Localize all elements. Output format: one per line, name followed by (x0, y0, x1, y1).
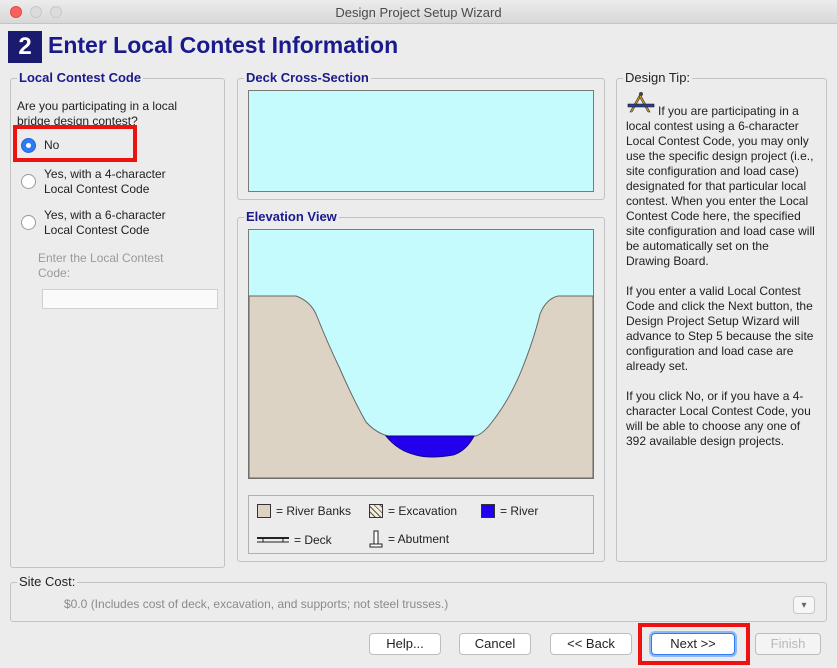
step-number-badge: 2 (8, 31, 42, 63)
window-title: Design Project Setup Wizard (335, 5, 502, 20)
radio-option-6-char[interactable]: Yes, with a 6-character Local Contest Co… (21, 208, 189, 238)
deck-icon (257, 537, 289, 543)
design-tip-text: If you are participating in a local cont… (626, 104, 816, 464)
deck-cross-section-canvas (248, 90, 594, 192)
group-title: Elevation View (244, 209, 339, 224)
river-banks-swatch (257, 504, 271, 518)
group-title: Site Cost: (17, 574, 78, 589)
legend-label: = River Banks (276, 504, 352, 518)
legend-label: = Abutment (388, 532, 450, 546)
page-title: Enter Local Contest Information (48, 32, 399, 58)
legend-label: = Deck (294, 533, 332, 547)
group-title: Deck Cross-Section (244, 70, 371, 85)
legend-excavation: = Excavation (369, 504, 457, 518)
back-button[interactable]: << Back (550, 633, 632, 655)
legend-river-banks: = River Banks (257, 504, 351, 518)
help-button[interactable]: Help... (369, 633, 441, 655)
code-prompt-label: Enter the Local Contest Code: (38, 251, 164, 280)
tip-paragraph: If you enter a valid Local Contest Code … (626, 284, 814, 373)
legend-river: = River (481, 504, 538, 518)
radio-6-char[interactable] (21, 215, 36, 230)
legend-abutment: = Abutment (369, 530, 449, 548)
legend-label: = River (500, 504, 539, 518)
radio-label: Yes, with a 6-character Local Contest Co… (44, 208, 166, 237)
radio-4-char[interactable] (21, 174, 36, 189)
group-title: Design Tip: (623, 70, 693, 85)
site-cost-dropdown-button[interactable]: ▾ (793, 596, 815, 614)
title-bar: Design Project Setup Wizard (0, 0, 837, 24)
highlight-next-button (638, 623, 750, 665)
elevation-legend: = River Banks = Excavation = River = Dec… (248, 495, 594, 554)
finish-button[interactable]: Finish (755, 633, 821, 655)
contest-code-input[interactable] (42, 289, 218, 309)
cancel-button[interactable]: Cancel (459, 633, 531, 655)
elevation-view-canvas (248, 229, 594, 479)
radio-option-4-char[interactable]: Yes, with a 4-character Local Contest Co… (21, 167, 189, 197)
radio-label: Yes, with a 4-character Local Contest Co… (44, 167, 166, 196)
excavation-swatch (369, 504, 383, 518)
group-title: Local Contest Code (17, 70, 144, 85)
highlight-no-option (13, 125, 137, 162)
legend-label: = Excavation (388, 504, 458, 518)
legend-deck: = Deck (257, 533, 332, 547)
abutment-icon (369, 530, 383, 548)
tip-paragraph: If you are participating in a local cont… (626, 104, 815, 268)
site-cost-value: $0.0 (Includes cost of deck, excavation,… (64, 597, 449, 611)
river-swatch (481, 504, 495, 518)
tip-paragraph: If you click No, or if you have a 4-char… (626, 389, 811, 448)
